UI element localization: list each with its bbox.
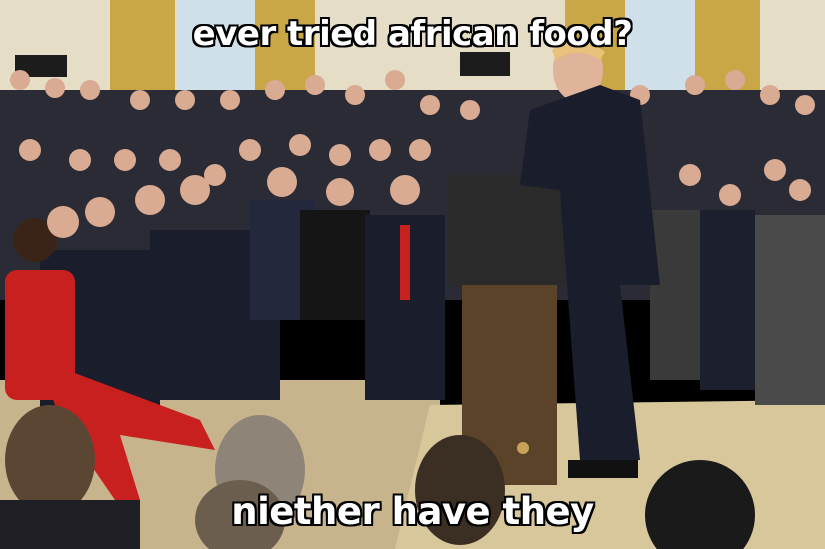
front-row [40, 200, 825, 410]
press-room-photo [0, 0, 825, 549]
meme-bottom-caption: niether have they [231, 490, 594, 533]
meme-top-caption: ever tried african food? [192, 14, 633, 54]
meme-image: ever tried african food? niether have th… [0, 0, 825, 549]
